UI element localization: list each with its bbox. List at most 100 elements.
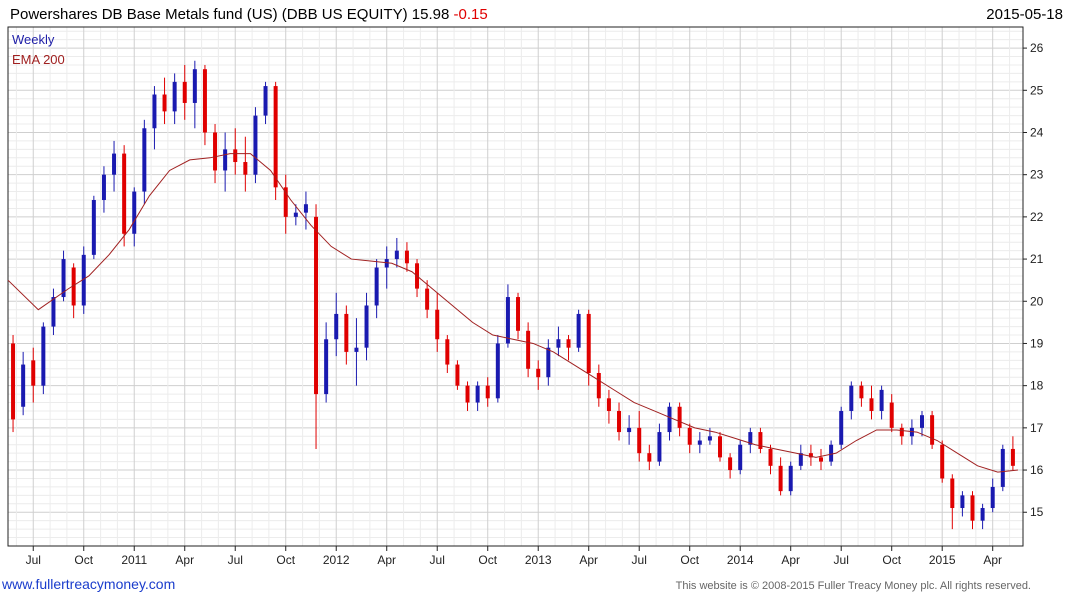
candle-body [253,115,258,175]
candle-body [718,436,723,458]
x-tick-label: Jul [26,553,41,567]
candle-body [879,389,884,411]
candle-body [990,486,995,509]
x-tick-label: Jul [834,553,849,567]
x-tick-label: Jul [228,553,243,567]
candle-body [687,427,692,445]
candle-body [132,191,137,234]
candle-body [930,415,935,445]
x-tick-label: Apr [377,553,396,567]
legend-weekly: Weekly [12,32,55,47]
candle-body [849,385,854,411]
candle-body [445,339,450,365]
candle-body [192,69,197,103]
candle-body [142,128,147,192]
candle-body [536,368,541,378]
candle-body [91,200,96,255]
candle-body [51,297,56,327]
x-tick-label: 2013 [525,553,552,567]
candle-body [182,81,187,103]
candle-body [455,364,460,386]
site-link[interactable]: www.fullertreacymoney.com [2,576,175,592]
x-tick-label: Jul [430,553,445,567]
candle-body [617,410,622,433]
candle-body [829,444,834,462]
x-tick-label: Oct [74,553,93,567]
candle-body [586,313,591,373]
ema-200-line [7,153,1019,473]
candle-body [435,309,440,340]
candle-body [273,86,278,188]
candle-body [839,410,844,445]
candle-body [940,444,945,479]
y-tick-label: 19 [1030,336,1044,350]
grid [8,27,1023,547]
legend-ema: EMA 200 [12,52,65,67]
x-tick-label: Oct [276,553,295,567]
candle-body [21,364,26,407]
candle-body [485,385,490,399]
candle-body [233,149,238,163]
candle-body [475,385,480,403]
candle-body [647,453,652,462]
candle-body [1010,448,1015,466]
candle-body [546,347,551,378]
x-tick-label: 2014 [727,553,754,567]
candle-body [334,313,339,340]
x-tick-label: 2015 [929,553,956,567]
y-tick-label: 23 [1030,168,1044,182]
candle-body [293,212,298,217]
candle-body [606,398,611,411]
x-tick-label: 2012 [323,553,350,567]
candle-body [425,288,430,310]
candle-body [899,427,904,437]
candle-body [667,406,672,433]
candle-body [576,313,581,348]
candle-body [263,86,268,116]
candle-body [303,204,308,213]
candle-body [556,339,561,348]
x-tick-label: Jul [632,553,647,567]
candle-body [364,305,369,348]
candle-body [374,267,379,306]
candle-body [980,508,985,521]
x-tick-label: Oct [882,553,901,567]
copyright-text: This website is © 2008-2015 Fuller Treac… [675,580,1031,592]
x-axis: Jul Oct 2011 Apr Jul Oct 2012 Apr Jul Oct 2013 Apr J… [26,546,1002,567]
candles [11,60,1015,530]
candle-body [869,398,874,411]
candle-body [394,250,399,260]
candle-body [344,313,349,352]
candle-body [637,427,642,454]
candle-body [788,465,793,492]
candle-body [122,153,127,234]
candle-body [768,448,773,466]
y-tick-label: 21 [1030,252,1044,266]
candle-body [728,457,733,471]
candle-body [101,174,106,200]
x-tick-label: Apr [781,553,800,567]
candle-body [162,94,167,112]
plot-frame [7,26,1024,547]
candlestick-chart: 151617181920212223242526 Jul Oct 2011 Apr Ju… [7,26,1044,567]
candle-body [526,330,531,369]
candle-body [819,457,824,462]
candle-body [243,162,248,175]
y-tick-label: 18 [1030,379,1044,393]
candle-body [11,343,16,420]
y-axis: 15 16 17 18 19 20 21 22 23 24 25 26 [1023,41,1044,519]
y-tick-label: 17 [1030,421,1044,435]
x-tick-label: Apr [983,553,1002,567]
candle-body [707,436,712,441]
candle-body [202,69,207,133]
y-tick-label: 25 [1030,83,1044,97]
x-tick-label: Oct [680,553,699,567]
candle-body [213,132,218,171]
candle-body [778,465,783,492]
candle-body [657,432,662,462]
candle-body [970,495,975,521]
candle-body [223,149,228,171]
candle-body [354,347,359,352]
candle-body [798,453,803,466]
x-tick-label: Oct [478,553,497,567]
